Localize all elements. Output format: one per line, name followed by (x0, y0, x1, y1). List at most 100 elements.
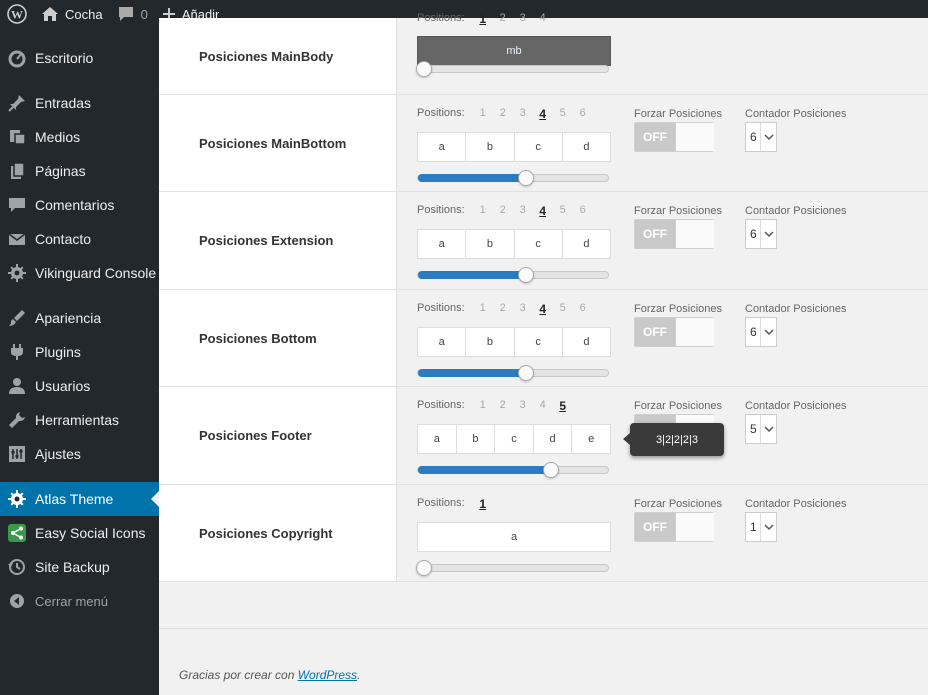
sidebar-item-site-backup[interactable]: Site Backup (0, 550, 159, 584)
contador-posiciones-select[interactable]: 1 (745, 512, 777, 542)
sidebar-item-usuarios[interactable]: Usuarios (0, 369, 159, 403)
sidebar-item-label: Páginas (35, 163, 86, 179)
setting-row-posiciones-extension: Posiciones Extension Positions: 1 2 3 4 5 6 a b c d… (159, 192, 928, 290)
position-number-6[interactable]: 6 (573, 107, 593, 121)
sidebar-item-escritorio[interactable]: Escritorio (0, 41, 159, 75)
slider-handle[interactable] (518, 267, 534, 283)
sidebar-item-plugins[interactable]: Plugins (0, 335, 159, 369)
position-number-4[interactable]: 4 (533, 399, 553, 413)
position-number-1[interactable]: 1 (473, 204, 493, 218)
forzar-posiciones-toggle[interactable]: OFF (634, 317, 714, 347)
position-box: c (515, 230, 563, 258)
svg-text:W: W (11, 8, 23, 22)
positions-slider[interactable] (417, 462, 609, 478)
setting-row-posiciones-mainbody: Posiciones MainBody Positions: 1 2 3 4 mb (159, 12, 928, 95)
position-number-2[interactable]: 2 (493, 302, 513, 316)
setting-label: Posiciones MainBody (159, 18, 397, 94)
position-number-2[interactable]: 2 (493, 107, 513, 121)
positions-slider[interactable] (416, 61, 609, 77)
forzar-posiciones-toggle[interactable]: OFF (634, 512, 714, 542)
position-number-3[interactable]: 3 (513, 302, 533, 316)
position-number-6[interactable]: 6 (573, 204, 593, 218)
sidebar-item-label: Easy Social Icons (35, 525, 146, 541)
setting-label: Posiciones Footer (159, 387, 397, 484)
forzar-posiciones-toggle[interactable]: OFF (634, 219, 714, 249)
wordpress-link[interactable]: WordPress (298, 668, 357, 682)
sidebar-item-comentarios[interactable]: Comentarios (0, 188, 159, 222)
position-number-1[interactable]: 1 (473, 497, 493, 511)
position-number-4[interactable]: 4 (533, 12, 553, 26)
position-number-4[interactable]: 4 (533, 302, 553, 316)
slider-fill (418, 466, 551, 474)
sidebar-item-easy-social-icons[interactable]: Easy Social Icons (0, 516, 159, 550)
sidebar-item-medios[interactable]: Medios (0, 120, 159, 154)
position-number-2[interactable]: 2 (493, 12, 513, 26)
comments-count: 0 (140, 6, 148, 22)
sidebar-item-ajustes[interactable]: Ajustes (0, 437, 159, 471)
slider-handle[interactable] (543, 462, 559, 478)
position-box: a (418, 230, 467, 258)
position-number-5[interactable]: 5 (553, 107, 573, 121)
select-value: 1 (750, 520, 757, 534)
toggle-knob (675, 220, 714, 248)
forzar-posiciones-toggle[interactable]: OFF (634, 122, 714, 152)
positions-slider[interactable] (416, 560, 609, 576)
contador-posiciones-select[interactable]: 6 (745, 122, 777, 152)
contador-posiciones-select[interactable]: 6 (745, 317, 777, 347)
positions-selector: Positions: 1 2 3 4 (417, 12, 553, 26)
position-number-3[interactable]: 3 (513, 204, 533, 218)
position-number-1[interactable]: 1 (473, 12, 493, 26)
position-number-5[interactable]: 5 (553, 302, 573, 316)
position-number-3[interactable]: 3 (513, 107, 533, 121)
position-box: c (515, 133, 563, 161)
sidebar-item-label: Contacto (35, 231, 92, 247)
pages-icon (7, 161, 27, 181)
sidebar-item-label: Escritorio (35, 50, 94, 66)
position-number-6[interactable]: 6 (573, 302, 593, 316)
position-box: c (515, 328, 563, 356)
position-number-4[interactable]: 4 (533, 107, 553, 121)
positions-slider[interactable] (417, 365, 609, 381)
position-number-1[interactable]: 1 (473, 302, 493, 316)
sidebar-item-label: Herramientas (35, 412, 120, 428)
slider-handle[interactable] (416, 61, 432, 77)
sidebar-item-herramientas[interactable]: Herramientas (0, 403, 159, 437)
position-number-1[interactable]: 1 (473, 107, 493, 121)
slider-handle[interactable] (416, 560, 432, 576)
site-name-link[interactable]: Cocha (34, 0, 110, 28)
setting-label: Posiciones Bottom (159, 290, 397, 386)
positions-slider[interactable] (417, 267, 609, 283)
sidebar-item-atlas-theme[interactable]: Atlas Theme (0, 482, 159, 516)
gear-icon (7, 263, 27, 283)
position-number-1[interactable]: 1 (473, 399, 493, 413)
setting-row-posiciones-bottom: Posiciones Bottom Positions: 1 2 3 4 5 6 a b c d For… (159, 290, 928, 387)
sidebar-item-apariencia[interactable]: Apariencia (0, 301, 159, 335)
position-number-5[interactable]: 5 (553, 399, 573, 413)
share-icon (7, 523, 27, 543)
sidebar-item-vikinguard-console[interactable]: Vikinguard Console (0, 256, 159, 290)
sidebar-item-entradas[interactable]: Entradas (0, 86, 159, 120)
comments-link[interactable]: 0 (110, 0, 155, 28)
setting-row-posiciones-mainbottom: Posiciones MainBottom Positions: 1 2 3 4 5 6 a b c… (159, 95, 928, 192)
contador-posiciones-select[interactable]: 5 (745, 414, 777, 444)
history-icon (7, 557, 27, 577)
position-number-4[interactable]: 4 (533, 204, 553, 218)
contador-posiciones-select[interactable]: 6 (745, 219, 777, 249)
position-number-2[interactable]: 2 (493, 399, 513, 413)
slider-handle[interactable] (518, 365, 534, 381)
wordpress-logo-icon[interactable]: W (0, 0, 34, 28)
position-number-3[interactable]: 3 (513, 399, 533, 413)
position-box: b (466, 133, 515, 161)
position-number-3[interactable]: 3 (513, 12, 533, 26)
position-box: mb (506, 45, 522, 57)
position-number-2[interactable]: 2 (493, 204, 513, 218)
sidebar-item-cerrar-menu[interactable]: Cerrar menú (0, 584, 159, 618)
position-number-5[interactable]: 5 (553, 204, 573, 218)
sidebar-item-paginas[interactable]: Páginas (0, 154, 159, 188)
sidebar-item-contacto[interactable]: Contacto (0, 222, 159, 256)
sidebar-item-label: Apariencia (35, 310, 102, 326)
positions-slider[interactable] (417, 170, 609, 186)
plugin-icon (7, 342, 27, 362)
gear-icon (7, 489, 27, 509)
slider-handle[interactable] (518, 170, 534, 186)
